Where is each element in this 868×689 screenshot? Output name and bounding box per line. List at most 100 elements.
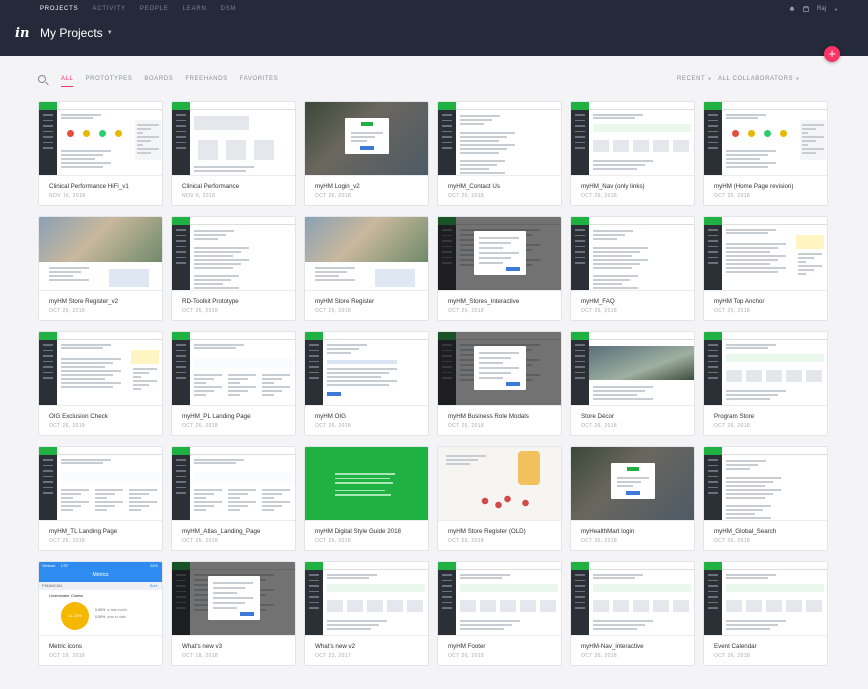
project-thumbnail[interactable] <box>39 217 162 291</box>
project-name[interactable]: Program Store <box>714 413 754 420</box>
project-card[interactable]: myHealthMart login OCT 26, 2018 <box>570 446 695 551</box>
project-thumbnail[interactable] <box>39 447 162 521</box>
project-thumbnail[interactable] <box>704 332 827 406</box>
project-card[interactable]: Program Store OCT 26, 2018 <box>703 331 828 436</box>
collaborators-dropdown[interactable]: ALL COLLABORATORS ▼ <box>718 76 800 82</box>
tab-boards[interactable]: BOARDS <box>144 76 173 87</box>
project-name[interactable]: myHM OIG <box>315 413 346 420</box>
project-card[interactable]: myHM_Contact Us OCT 26, 2018 <box>437 101 562 206</box>
project-name[interactable]: myHealthMart login <box>581 528 634 535</box>
project-name[interactable]: myHM Store Register (OLD) <box>448 528 526 535</box>
project-name[interactable]: Store Décor <box>581 413 614 420</box>
project-name[interactable]: myHM-Nav_interactive <box>581 643 644 650</box>
project-thumbnail[interactable] <box>704 447 827 521</box>
project-card[interactable]: myHM Login_v2 OCT 26, 2018 <box>304 101 429 206</box>
project-thumbnail[interactable] <box>172 102 295 176</box>
project-name[interactable]: myHM_Atlas_Landing_Page <box>182 528 260 535</box>
project-thumbnail[interactable] <box>704 102 827 176</box>
project-thumbnail[interactable] <box>438 447 561 521</box>
project-name[interactable]: myHM Digital Style Guide 2018 <box>315 528 401 535</box>
project-thumbnail[interactable] <box>438 332 561 406</box>
bell-icon[interactable] <box>789 6 795 12</box>
project-name[interactable]: myHM Business Role Modals <box>448 413 529 420</box>
project-name[interactable]: OIG Exclusion Check <box>49 413 108 420</box>
project-card[interactable]: myHM-Nav_interactive OCT 26, 2018 <box>570 561 695 666</box>
project-name[interactable]: myHM Footer <box>448 643 485 650</box>
project-card[interactable]: myHM Top Anchor OCT 26, 2018 <box>703 216 828 321</box>
project-card[interactable]: myHM Store Register (OLD) OCT 26, 2018 <box>437 446 562 551</box>
project-name[interactable]: Clinical Performance HiFi_v1 <box>49 183 129 190</box>
project-name[interactable]: myHM_Nav (only links) <box>581 183 645 190</box>
tab-all[interactable]: ALL <box>61 76 74 87</box>
project-thumbnail[interactable] <box>305 447 428 521</box>
tab-freehands[interactable]: FREEHANDS <box>185 76 227 87</box>
project-card[interactable]: What's new v2 OCT 23, 2017 <box>304 561 429 666</box>
project-thumbnail[interactable] <box>571 217 694 291</box>
project-thumbnail[interactable] <box>39 332 162 406</box>
mobile-section-link[interactable]: Sort <box>150 583 157 588</box>
project-card[interactable]: myHM_Global_Search OCT 26, 2018 <box>703 446 828 551</box>
project-card[interactable]: OIG Exclusion Check OCT 26, 2018 <box>38 331 163 436</box>
project-thumbnail[interactable] <box>438 562 561 636</box>
project-card[interactable]: myHM Footer OCT 26, 2018 <box>437 561 562 666</box>
project-name[interactable]: RD-Toolkit Prototype <box>182 298 239 305</box>
project-thumbnail[interactable] <box>39 102 162 176</box>
project-thumbnail[interactable] <box>172 217 295 291</box>
project-thumbnail[interactable] <box>571 332 694 406</box>
project-name[interactable]: myHM_TL Landing Page <box>49 528 117 535</box>
store-icon[interactable] <box>803 6 809 12</box>
project-name[interactable]: myHM_Global_Search <box>714 528 776 535</box>
project-name[interactable]: myHM Login_v2 <box>315 183 360 190</box>
project-name[interactable]: myHM Top Anchor <box>714 298 764 305</box>
project-card[interactable]: myHM (Home Page revision) OCT 26, 2018 <box>703 101 828 206</box>
project-name[interactable]: Event Calendar <box>714 643 757 650</box>
project-card[interactable]: myHM_TL Landing Page OCT 26, 2018 <box>38 446 163 551</box>
sort-dropdown[interactable]: RECENT ▼ <box>677 76 712 82</box>
project-name[interactable]: myHM_PL Landing Page <box>182 413 251 420</box>
project-thumbnail[interactable] <box>305 332 428 406</box>
project-card[interactable]: myHM Digital Style Guide 2018 OCT 26, 201… <box>304 446 429 551</box>
project-card[interactable]: myHM_Atlas_Landing_Page OCT 26, 2018 <box>171 446 296 551</box>
project-card[interactable]: What's new v3 OCT 18, 2018 <box>171 561 296 666</box>
project-name[interactable]: myHM (Home Page revision) <box>714 183 793 190</box>
project-thumbnail[interactable]: Verizon LTE 24% Metrics FINANCIAL Sort Underwa… <box>39 562 162 636</box>
project-card[interactable]: Event Calendar OCT 26, 2018 <box>703 561 828 666</box>
project-thumbnail[interactable] <box>172 447 295 521</box>
project-thumbnail[interactable] <box>172 562 295 636</box>
project-name[interactable]: myHM_Stores_Interactive <box>448 298 519 305</box>
project-name[interactable]: myHM_Contact Us <box>448 183 500 190</box>
project-thumbnail[interactable] <box>571 562 694 636</box>
project-thumbnail[interactable] <box>571 447 694 521</box>
project-name[interactable]: What's new v3 <box>182 643 222 650</box>
project-thumbnail[interactable] <box>305 562 428 636</box>
page-title[interactable]: My Projects ▼ <box>40 26 113 40</box>
project-thumbnail[interactable] <box>571 102 694 176</box>
project-card[interactable]: myHM_Nav (only links) OCT 26, 2018 <box>570 101 695 206</box>
project-card[interactable]: myHM_Stores_Interactive OCT 26, 2018 <box>437 216 562 321</box>
tab-favorites[interactable]: FAVORITES <box>240 76 279 87</box>
nav-item-people[interactable]: PEOPLE <box>140 6 169 12</box>
nav-item-activity[interactable]: ACTIVITY <box>92 6 125 12</box>
nav-item-projects[interactable]: PROJECTS <box>40 6 78 12</box>
project-card[interactable]: myHM_FAQ OCT 26, 2018 <box>570 216 695 321</box>
project-name[interactable]: Clinical Performance <box>182 183 239 190</box>
project-card[interactable]: myHM Store Register_v2 OCT 26, 2018 <box>38 216 163 321</box>
nav-item-learn[interactable]: LEARN <box>183 6 207 12</box>
nav-item-dsm[interactable]: DSM <box>221 6 237 12</box>
project-thumbnail[interactable] <box>305 217 428 291</box>
project-name[interactable]: myHM Store Register <box>315 298 374 305</box>
project-thumbnail[interactable] <box>704 562 827 636</box>
project-card[interactable]: Clinical Performance HiFi_v1 NOV 16, 2018 <box>38 101 163 206</box>
project-card[interactable]: myHM Store Register OCT 26, 2018 <box>304 216 429 321</box>
project-name[interactable]: What's new v2 <box>315 643 355 650</box>
tab-prototypes[interactable]: PROTOTYPES <box>85 76 132 87</box>
project-thumbnail[interactable] <box>438 217 561 291</box>
project-thumbnail[interactable] <box>438 102 561 176</box>
project-thumbnail[interactable] <box>305 102 428 176</box>
search-icon[interactable] <box>38 75 46 83</box>
project-card[interactable]: myHM OIG OCT 26, 2018 <box>304 331 429 436</box>
project-thumbnail[interactable] <box>172 332 295 406</box>
invision-logo[interactable]: in <box>15 26 29 41</box>
project-card[interactable]: Clinical Performance NOV 6, 2018 <box>171 101 296 206</box>
project-name[interactable]: myHM_FAQ <box>581 298 615 305</box>
